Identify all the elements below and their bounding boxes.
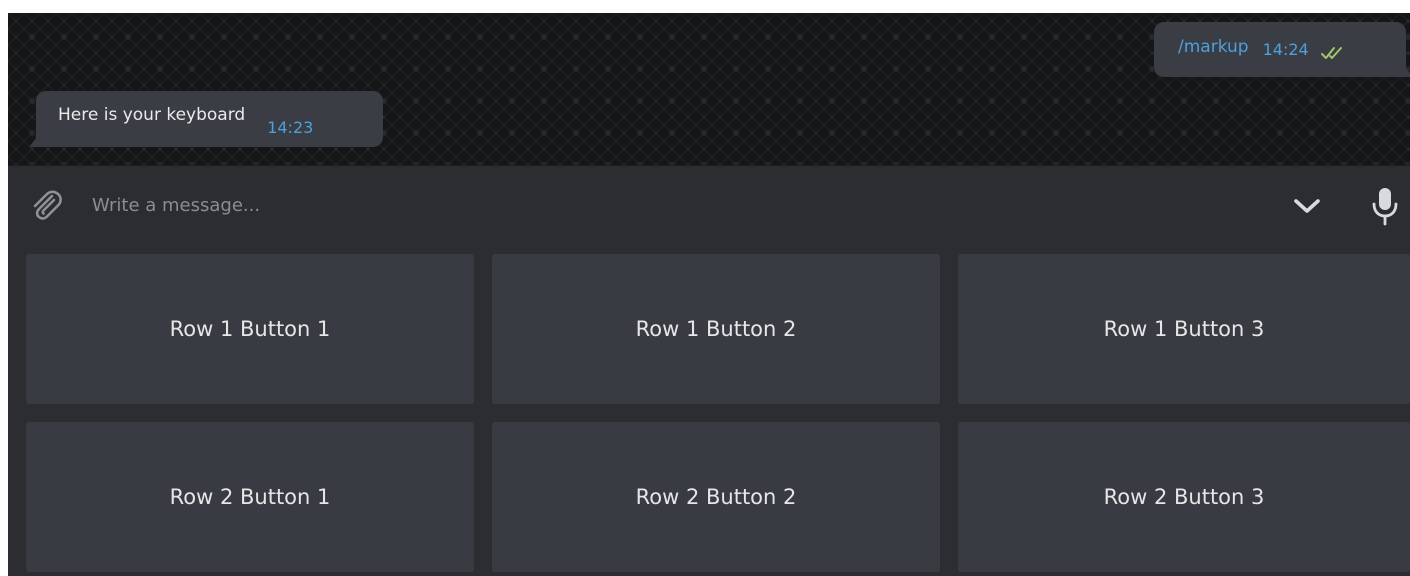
keyboard-button[interactable]: Row 1 Button 1 (26, 254, 474, 404)
message-input[interactable] (90, 184, 1274, 226)
message-time: 14:23 (267, 118, 314, 137)
message-time: 14:24 (1262, 40, 1309, 59)
message-text: Here is your keyboard (58, 105, 246, 125)
incoming-message[interactable]: Here is your keyboard 14:23 (29, 91, 383, 147)
outgoing-message[interactable]: /markup 14:24 (1154, 22, 1410, 77)
double-check-icon (1320, 47, 1342, 59)
keyboard-button[interactable]: Row 2 Button 3 (958, 422, 1410, 572)
chat-window: /markup 14:24 Here is your keyboard 14:2… (8, 13, 1410, 576)
keyboard-button[interactable]: Row 1 Button 2 (492, 254, 940, 404)
message-text[interactable]: /markup (1178, 37, 1249, 57)
chevron-down-icon[interactable] (1290, 192, 1324, 220)
keyboard-button[interactable]: Row 1 Button 3 (958, 254, 1410, 404)
message-composer (8, 165, 1410, 244)
keyboard-button[interactable]: Row 2 Button 1 (26, 422, 474, 572)
paperclip-icon[interactable] (26, 186, 66, 226)
keyboard-button[interactable]: Row 2 Button 2 (492, 422, 940, 572)
reply-keyboard: Row 1 Button 1 Row 1 Button 2 Row 1 Butt… (8, 244, 1410, 576)
message-list: /markup 14:24 Here is your keyboard 14:2… (8, 13, 1410, 165)
microphone-icon[interactable] (1368, 184, 1402, 228)
